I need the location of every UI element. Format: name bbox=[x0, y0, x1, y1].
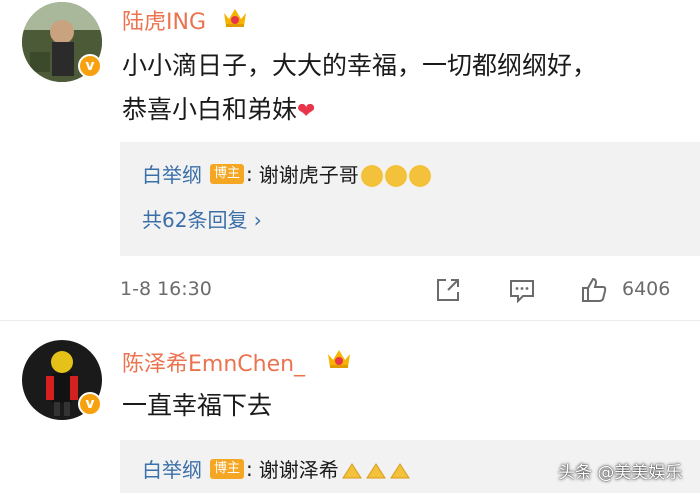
comment-username[interactable]: 陈泽希EmnChen_ bbox=[122, 346, 305, 378]
clap-emoji-icon bbox=[389, 462, 410, 478]
like-count: 6406 bbox=[622, 278, 671, 300]
smile-emoji-icon bbox=[384, 164, 407, 187]
share-icon[interactable] bbox=[434, 276, 462, 304]
comment-divider bbox=[0, 320, 700, 321]
comment-icon[interactable] bbox=[508, 276, 536, 304]
reply-username[interactable]: 白举纲 bbox=[142, 159, 202, 188]
reply-text: 谢谢虎子哥 bbox=[258, 163, 359, 187]
comment-item: v 陆虎ING 小小滴日子，大大的幸福，一切都纲纲好， 恭喜小白和弟妹❤ 白举纲… bbox=[0, 0, 700, 320]
comment-text: 小小滴日子，大大的幸福，一切都纲纲好， 恭喜小白和弟妹❤ bbox=[122, 44, 682, 134]
timestamp: 1-8 16:30 bbox=[120, 278, 212, 300]
comment-text-line: 恭喜小白和弟妹❤ bbox=[122, 88, 682, 134]
crown-icon bbox=[328, 350, 350, 368]
blogger-tag: 博主 bbox=[210, 163, 245, 184]
heart-icon: ❤ bbox=[297, 99, 316, 124]
crown-icon bbox=[224, 9, 246, 27]
clap-emoji-icon bbox=[341, 462, 362, 478]
reply-username[interactable]: 白举纲 bbox=[142, 454, 202, 483]
more-replies-link[interactable]: 共62条回复 › bbox=[142, 204, 262, 233]
reply-item: 白举纲 博主 : 谢谢泽希 bbox=[142, 454, 411, 483]
comment-text-line-2: 恭喜小白和弟妹 bbox=[122, 95, 298, 124]
reply-text: 谢谢泽希 bbox=[258, 458, 339, 482]
smile-emoji-icon bbox=[408, 164, 431, 187]
verified-badge-icon: v bbox=[78, 54, 102, 78]
watermark: 头条 @美美娱乐 bbox=[558, 463, 683, 483]
like-icon[interactable] bbox=[580, 276, 608, 304]
comment-username[interactable]: 陆虎ING bbox=[122, 4, 206, 36]
comment-text: 一直幸福下去 bbox=[122, 391, 273, 420]
reply-colon: : bbox=[246, 161, 253, 186]
clap-emoji-icon bbox=[365, 462, 386, 478]
comment-meta: 1-8 16:30 6406 bbox=[120, 276, 680, 306]
blogger-tag: 博主 bbox=[210, 458, 245, 479]
smile-emoji-icon bbox=[360, 164, 383, 187]
reply-colon: : bbox=[246, 456, 253, 481]
reply-box: 白举纲 博主 : 谢谢虎子哥 共62条回复 › bbox=[120, 142, 700, 256]
comment-text-line: 小小滴日子，大大的幸福，一切都纲纲好， bbox=[122, 51, 598, 80]
reply-item: 白举纲 博主 : 谢谢虎子哥 bbox=[142, 159, 431, 188]
verified-badge-icon: v bbox=[78, 392, 102, 416]
